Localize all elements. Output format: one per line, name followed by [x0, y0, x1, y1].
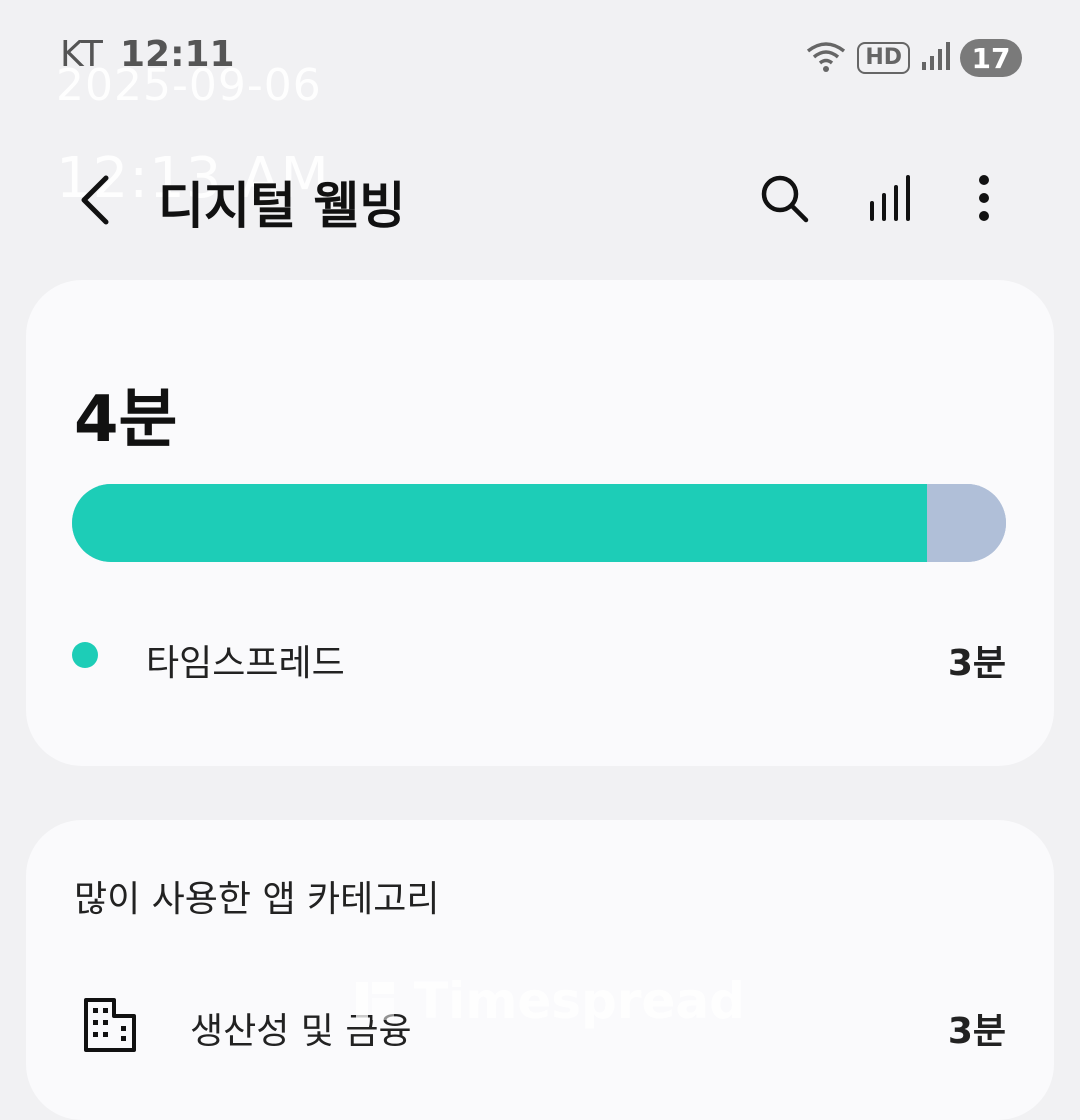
more-options-button[interactable]: [952, 166, 1016, 230]
legend-label: 타임스프레드: [146, 643, 345, 684]
usage-summary-card[interactable]: 4분 타임스프레드 3분: [26, 280, 1054, 766]
timestamp-date: 2025-09-06: [56, 60, 322, 111]
signal-icon: [920, 40, 950, 76]
building-icon: [80, 994, 140, 1054]
app-watermark: Timespread: [350, 972, 745, 1030]
page-title: 디지털 웰빙: [158, 177, 406, 235]
more-icon: [979, 175, 989, 221]
usage-bar-other-segment: [926, 484, 1006, 562]
status-bar: KT 12:11 2025-09-06 12:13 AM HD 17: [0, 0, 1080, 211]
usage-bar: [72, 484, 1006, 562]
back-button[interactable]: [66, 170, 126, 230]
status-icons: HD 17: [805, 36, 1022, 80]
hd-icon: HD: [857, 42, 910, 74]
section-title: 많이 사용한 앱 카테고리: [74, 879, 440, 920]
app-bar: 디지털 웰빙: [0, 150, 1080, 250]
total-usage-time: 4분: [74, 383, 178, 457]
usage-bar-app-segment: [72, 484, 927, 562]
wifi-icon: [805, 39, 847, 77]
battery-icon: 17: [960, 39, 1022, 77]
legend-dot: [72, 642, 98, 668]
legend-value: 3분: [947, 643, 1006, 684]
search-button[interactable]: [752, 166, 816, 230]
search-icon: [761, 175, 809, 223]
legend-item[interactable]: 타임스프레드 3분: [72, 626, 1006, 686]
stats-button[interactable]: [858, 166, 922, 230]
timespread-logo-icon: [356, 982, 394, 1020]
stats-icon: [870, 175, 910, 221]
category-card: 많이 사용한 앱 카테고리 생산성 및 금융 3분: [26, 820, 1054, 1120]
back-icon: [81, 175, 109, 225]
watermark-text: Timespread: [414, 972, 745, 1030]
category-value: 3분: [947, 1011, 1006, 1052]
